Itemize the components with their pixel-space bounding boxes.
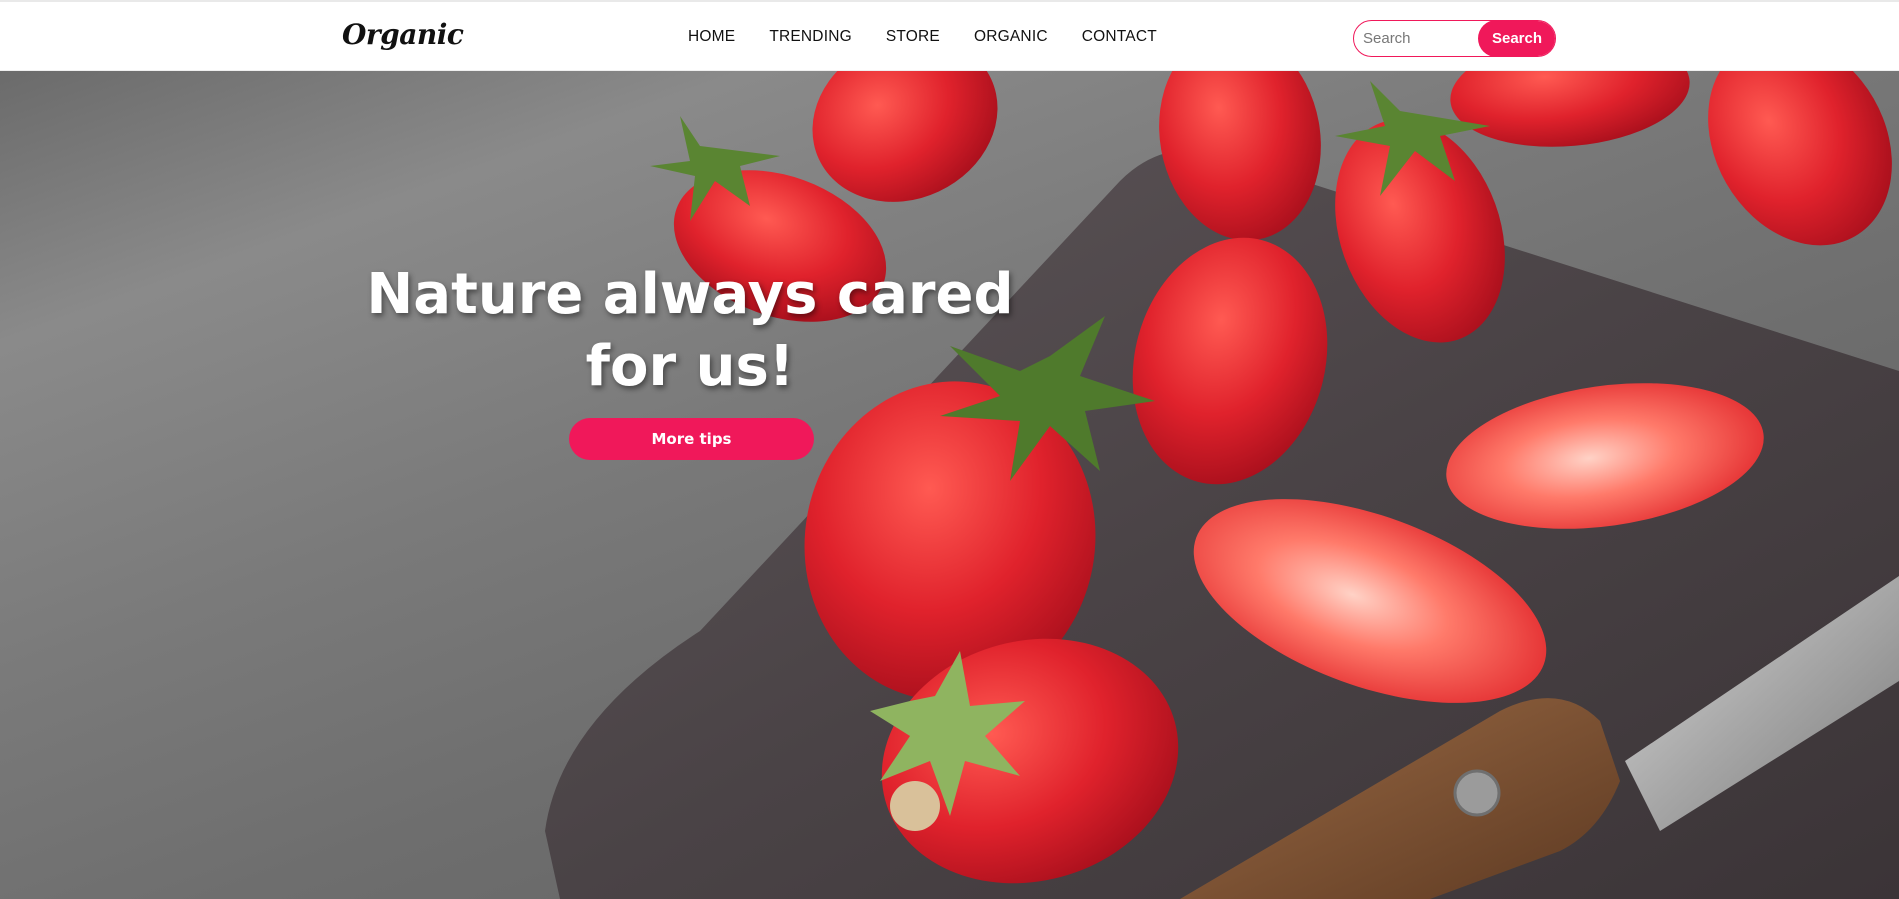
main-nav: HOME TRENDING STORE ORGANIC CONTACT [688, 28, 1157, 46]
nav-home[interactable]: HOME [688, 28, 735, 46]
nav-trending[interactable]: TRENDING [769, 28, 852, 46]
hero-section: Nature always cared for us! More tips [0, 71, 1899, 899]
search-form: Search [1353, 20, 1556, 57]
site-logo[interactable]: Organic [342, 18, 464, 51]
top-navbar: Organic HOME TRENDING STORE ORGANIC CONT… [0, 0, 1899, 71]
nav-store[interactable]: STORE [886, 28, 940, 46]
nav-contact[interactable]: CONTACT [1082, 28, 1157, 46]
hero-background-image [545, 71, 1899, 899]
search-button[interactable]: Search [1478, 21, 1555, 56]
hero-title: Nature always cared for us! [366, 262, 1014, 399]
nav-organic[interactable]: ORGANIC [974, 28, 1048, 46]
more-tips-button[interactable]: More tips [569, 418, 814, 460]
search-input[interactable] [1354, 21, 1478, 55]
